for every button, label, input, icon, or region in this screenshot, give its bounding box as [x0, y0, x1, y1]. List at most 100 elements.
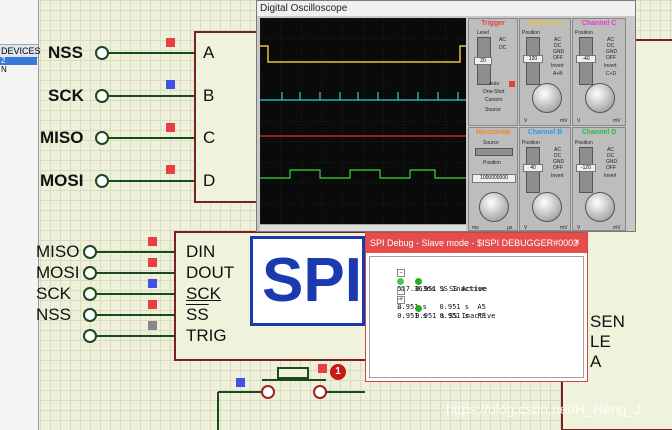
- channel-a-title: Channel A: [527, 20, 563, 27]
- channel-b-off[interactable]: OFF: [553, 165, 563, 171]
- channel-d-unit-v: V: [577, 225, 581, 231]
- channel-d-panel: Channel D Position -120 AC DC GND OFF In…: [572, 127, 626, 231]
- oscilloscope-screen: [260, 18, 466, 224]
- channel-c-cplusd[interactable]: C+D: [606, 71, 616, 77]
- channel-b-panel: Channel B Position 40 AC DC GND OFF Inve…: [519, 127, 571, 231]
- net-label-miso: MISO: [40, 128, 84, 147]
- debugger-pin-sck: SCK: [186, 284, 221, 303]
- net-label-nss: NSS: [48, 43, 83, 62]
- horizontal-panel: Horizontal Source Position 1000000000 ms…: [468, 127, 518, 231]
- logic-probe-dot: [166, 165, 175, 174]
- trigger-level-label: Level: [477, 30, 489, 36]
- oscilloscope-window[interactable]: Digital Oscilloscope Trigger Level 20 AC…: [256, 0, 636, 232]
- channel-a-position-value: 120: [523, 55, 543, 63]
- channel-b-position-label: Position: [522, 140, 540, 146]
- logic-probe-dot: [166, 123, 175, 132]
- trigger-title: Trigger: [481, 20, 505, 27]
- channel-d-position-label: Position: [575, 140, 593, 146]
- channel-a-panel: Channel A Position 120 AC DC GND OFF Inv…: [519, 18, 571, 126]
- pin-a: A: [203, 43, 215, 62]
- channel-b-unit-v: V: [524, 225, 528, 231]
- debugger-pin-trig: TRIG: [186, 326, 227, 345]
- channel-a-invert[interactable]: Invert: [551, 63, 564, 69]
- right-ic-sen: SEN: [590, 312, 625, 331]
- spi-debug-title[interactable]: SPI Debug - Slave mode - $ISPI DEBUGGER#…: [366, 233, 587, 253]
- channel-a-unit-v: V: [524, 118, 528, 124]
- channel-c-panel: Channel C Position -40 AC DC GND OFF Inv…: [572, 18, 626, 126]
- channel-d-invert[interactable]: Invert: [604, 173, 617, 179]
- channel-d-volts-knob[interactable]: [585, 192, 615, 222]
- oscilloscope-title[interactable]: Digital Oscilloscope: [257, 1, 635, 16]
- trigger-cursors[interactable]: Cursors: [485, 97, 503, 103]
- spi-debug-log[interactable]: − 517.363ns SS Inactive 0.951 s SS Activ…: [369, 256, 584, 378]
- trigger-one-shot[interactable]: One-Shot: [483, 89, 504, 95]
- channel-d-off[interactable]: OFF: [606, 165, 616, 171]
- channel-c-position-value: -40: [576, 55, 596, 63]
- spi-debug-window[interactable]: SPI Debug - Slave mode - $ISPI DEBUGGER#…: [365, 232, 588, 382]
- channel-c-unit-v: V: [577, 118, 581, 124]
- horizontal-timebase-knob[interactable]: [479, 192, 509, 222]
- scope-scrollbar[interactable]: [260, 224, 466, 231]
- logic-probe-dot: [148, 279, 157, 288]
- channel-c-off[interactable]: OFF: [606, 55, 616, 61]
- horizontal-title: Horizontal: [475, 129, 511, 136]
- trigger-dc[interactable]: DC: [499, 45, 506, 51]
- net-label-nss-2: NSS: [36, 305, 71, 324]
- button-badge[interactable]: 1: [330, 364, 346, 380]
- channel-d-position-value: -120: [576, 164, 596, 172]
- net-label-miso-2: MISO: [36, 242, 80, 261]
- list-item[interactable]: − 517.363ns SS Inactive: [372, 260, 486, 293]
- list-item[interactable]: + ⇦ 0.951 s 0.951 s FF: [372, 287, 486, 320]
- logic-probe-dot: [166, 80, 175, 89]
- channel-d-title: Channel D: [581, 129, 617, 136]
- net-label-mosi: MOSI: [40, 171, 84, 190]
- horizontal-unit-ms: ms: [472, 225, 479, 231]
- channel-b-unit-mv: mV: [560, 225, 568, 231]
- list-item[interactable]: + ⇨ 0.951 s 0.951 s A5: [372, 278, 486, 311]
- channel-b-volts-knob[interactable]: [532, 192, 562, 222]
- horizontal-unit-us: µs: [507, 225, 513, 231]
- logic-probe-dot: [148, 300, 157, 309]
- right-ic-a: A: [590, 352, 602, 371]
- channel-b-invert[interactable]: Invert: [551, 173, 564, 179]
- channel-a-off[interactable]: OFF: [553, 55, 563, 61]
- trigger-auto[interactable]: Auto: [489, 81, 499, 87]
- channel-a-volts-knob[interactable]: [532, 83, 562, 113]
- net-label-sck-2: SCK: [36, 284, 71, 303]
- horizontal-source: Source: [483, 140, 499, 146]
- right-ic-le: LE: [590, 332, 611, 351]
- channel-a-position-label: Position: [522, 30, 540, 36]
- pin-c: C: [203, 128, 216, 147]
- net-label-sck: SCK: [48, 86, 84, 105]
- channel-d-unit-mv: mV: [613, 225, 621, 231]
- channel-a-aplusb[interactable]: A+B: [553, 71, 563, 77]
- list-item[interactable]: 0.951 s SS Active: [390, 269, 487, 293]
- channel-c-position-label: Position: [575, 30, 593, 36]
- logic-probe-dot: [166, 38, 175, 47]
- logic-probe-dot: [148, 258, 157, 267]
- logic-probe-dot: [148, 321, 157, 330]
- trigger-ac[interactable]: AC: [499, 37, 506, 43]
- debugger-pin-dout: DOUT: [186, 263, 235, 282]
- trigger-panel: Trigger Level 20 AC DC Auto One-Shot Cur…: [468, 18, 518, 126]
- channel-c-invert[interactable]: Invert: [604, 63, 617, 69]
- horizontal-source-selector[interactable]: [475, 148, 513, 156]
- spi-logo: SPI: [262, 246, 362, 315]
- log-row-text: 0.951 s SS Inactive: [415, 312, 496, 320]
- channel-c-unit-mv: mV: [613, 118, 621, 124]
- channel-c-volts-knob[interactable]: [585, 83, 615, 113]
- net-label-mosi-2: MOSI: [36, 263, 80, 282]
- scope-grid: [260, 18, 466, 224]
- horizontal-position-value: 1000000000: [472, 174, 516, 183]
- ss-inactive-icon: [415, 304, 423, 312]
- logic-probe-dot: [148, 237, 157, 246]
- channel-c-title: Channel C: [581, 20, 617, 27]
- horizontal-position-label: Position: [483, 160, 501, 166]
- debugger-pin-ss: SS: [186, 305, 209, 324]
- watermark: https://blog.csdn.net/H_Heng_J: [446, 401, 642, 417]
- channel-b-title: Channel B: [527, 129, 563, 136]
- debugger-pin-din: DIN: [186, 242, 216, 261]
- close-icon[interactable]: ×: [571, 233, 583, 253]
- trigger-source: Source: [485, 107, 501, 113]
- list-item[interactable]: 0.951 s SS Inactive: [390, 296, 495, 320]
